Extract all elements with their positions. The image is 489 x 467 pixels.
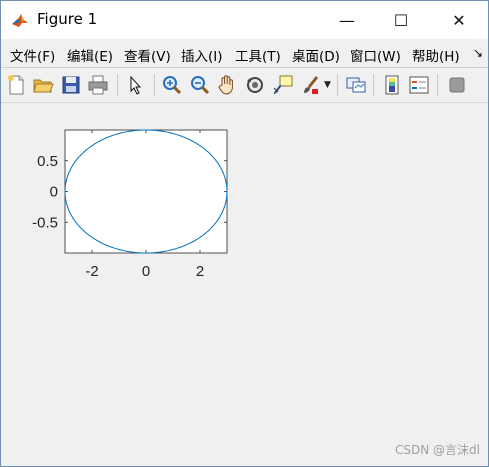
x-tick-label: -2 (85, 263, 98, 280)
print-icon[interactable] (87, 74, 109, 96)
menu-edit[interactable]: 编辑(E) (67, 45, 113, 65)
x-tick-label: 2 (196, 263, 204, 280)
menu-file[interactable]: 文件(F) (10, 45, 55, 65)
brush-dropdown-icon[interactable]: ▼ (324, 80, 331, 90)
y-tick-label: -0.5 (32, 214, 58, 231)
toolbar-separator (373, 74, 374, 96)
minimize-button[interactable]: — (319, 1, 375, 39)
zoom-out-icon[interactable] (189, 74, 211, 96)
matlab-icon (11, 11, 29, 29)
menu-help[interactable]: 帮助(H) (412, 45, 460, 65)
save-icon[interactable] (60, 74, 82, 96)
colorbar-icon[interactable] (381, 74, 403, 96)
maximize-button[interactable]: ☐ (373, 1, 429, 39)
menu-tools[interactable]: 工具(T) (235, 45, 281, 65)
menu-insert[interactable]: 插入(I) (181, 45, 223, 65)
plot-tools-icon[interactable] (446, 74, 468, 96)
title-bar[interactable]: Figure 1 — ☐ ✕ (1, 1, 488, 39)
data-cursor-icon[interactable] (272, 74, 294, 96)
toolbar-separator (437, 74, 438, 96)
pan-icon[interactable] (216, 74, 238, 96)
x-tick-label: 0 (142, 263, 150, 280)
new-figure-icon[interactable] (5, 74, 27, 96)
menu-bar: 文件(F) 编辑(E) 查看(V) 插入(I) 工具(T) 桌面(D) 窗口(W… (1, 39, 488, 68)
brush-icon[interactable] (299, 74, 321, 96)
toolbar-separator (154, 74, 155, 96)
menu-window[interactable]: 窗口(W) (350, 45, 401, 65)
open-file-icon[interactable] (32, 74, 54, 96)
toolbar: ▼ (1, 68, 488, 103)
pointer-icon[interactable] (125, 74, 147, 96)
link-plot-icon[interactable] (345, 74, 367, 96)
zoom-in-icon[interactable] (161, 74, 183, 96)
y-tick-label: 0 (50, 184, 58, 201)
figure-canvas: -2 0 2 -0.5 0 0.5 CSDN @言沫dl (1, 103, 488, 466)
watermark: CSDN @言沫dl (395, 443, 480, 457)
menu-overflow-icon[interactable]: ↘ (473, 46, 483, 60)
figure-window: Figure 1 — ☐ ✕ 文件(F) 编辑(E) 查看(V) 插入(I) 工… (0, 0, 489, 467)
close-button[interactable]: ✕ (431, 1, 487, 39)
toolbar-separator (117, 74, 118, 96)
rotate-3d-icon[interactable] (244, 74, 266, 96)
y-tick-label: 0.5 (37, 153, 58, 170)
menu-view[interactable]: 查看(V) (124, 45, 171, 65)
legend-icon[interactable] (408, 74, 430, 96)
toolbar-separator (337, 74, 338, 96)
axes-background (64, 129, 228, 254)
menu-desktop[interactable]: 桌面(D) (292, 45, 340, 65)
axes[interactable]: -2 0 2 -0.5 0 0.5 (1, 103, 488, 303)
window-title: Figure 1 (37, 10, 98, 28)
